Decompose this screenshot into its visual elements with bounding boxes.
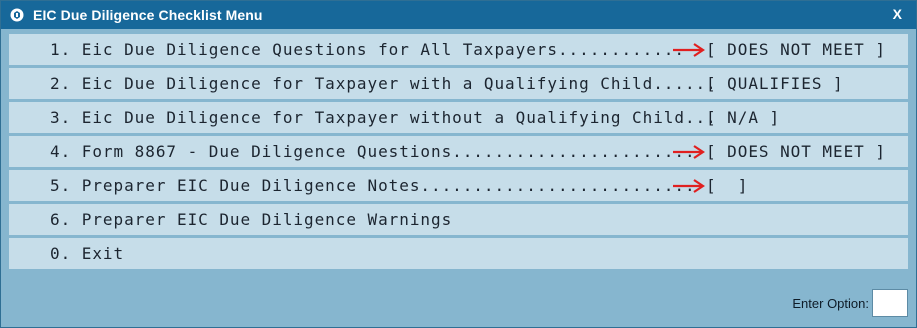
window-title: EIC Due Diligence Checklist Menu	[33, 7, 263, 23]
menu-list: 1. Eic Due Diligence Questions for All T…	[9, 34, 908, 272]
eic-due-diligence-window: EIC Due Diligence Checklist Menu X 1. Ei…	[0, 0, 917, 328]
menu-item-eic-questions-all-taxpayers[interactable]: 1. Eic Due Diligence Questions for All T…	[9, 34, 908, 65]
close-button[interactable]: X	[893, 6, 902, 22]
menu-item-eic-without-qualifying-child[interactable]: 3. Eic Due Diligence for Taxpayer withou…	[9, 102, 908, 133]
menu-item-label: 5. Preparer EIC Due Diligence Notes.....…	[50, 176, 696, 195]
status-badge: [ N/A ]	[706, 108, 781, 127]
menu-item-label: 6. Preparer EIC Due Diligence Warnings	[50, 210, 453, 229]
red-arrow-icon	[673, 179, 705, 193]
menu-item-eic-qualifying-child[interactable]: 2. Eic Due Diligence for Taxpayer with a…	[9, 68, 908, 99]
menu-item-label: 3. Eic Due Diligence for Taxpayer withou…	[50, 108, 717, 127]
menu-item-label: 0. Exit	[50, 244, 125, 263]
enter-option-group: Enter Option:	[792, 289, 908, 317]
title-bar: EIC Due Diligence Checklist Menu X	[1, 1, 916, 29]
status-badge: [ ]	[706, 176, 749, 195]
red-arrow-icon	[673, 145, 705, 159]
status-badge: [ DOES NOT MEET ]	[706, 40, 886, 59]
menu-panel: 1. Eic Due Diligence Questions for All T…	[1, 29, 916, 327]
menu-item-label: 1. Eic Due Diligence Questions for All T…	[50, 40, 685, 59]
menu-item-label: 2. Eic Due Diligence for Taxpayer with a…	[50, 74, 717, 93]
menu-item-preparer-notes[interactable]: 5. Preparer EIC Due Diligence Notes.....…	[9, 170, 908, 201]
menu-item-form-8867[interactable]: 4. Form 8867 - Due Diligence Questions..…	[9, 136, 908, 167]
enter-option-input[interactable]	[872, 289, 908, 317]
status-badge: [ QUALIFIES ]	[706, 74, 844, 93]
menu-item-label: 4. Form 8867 - Due Diligence Questions..…	[50, 142, 696, 161]
menu-item-exit[interactable]: 0. Exit	[9, 238, 908, 269]
red-arrow-icon	[673, 43, 705, 57]
menu-item-preparer-warnings[interactable]: 6. Preparer EIC Due Diligence Warnings	[9, 204, 908, 235]
status-badge: [ DOES NOT MEET ]	[706, 142, 886, 161]
enter-option-label: Enter Option:	[792, 295, 869, 311]
app-icon	[9, 7, 25, 23]
